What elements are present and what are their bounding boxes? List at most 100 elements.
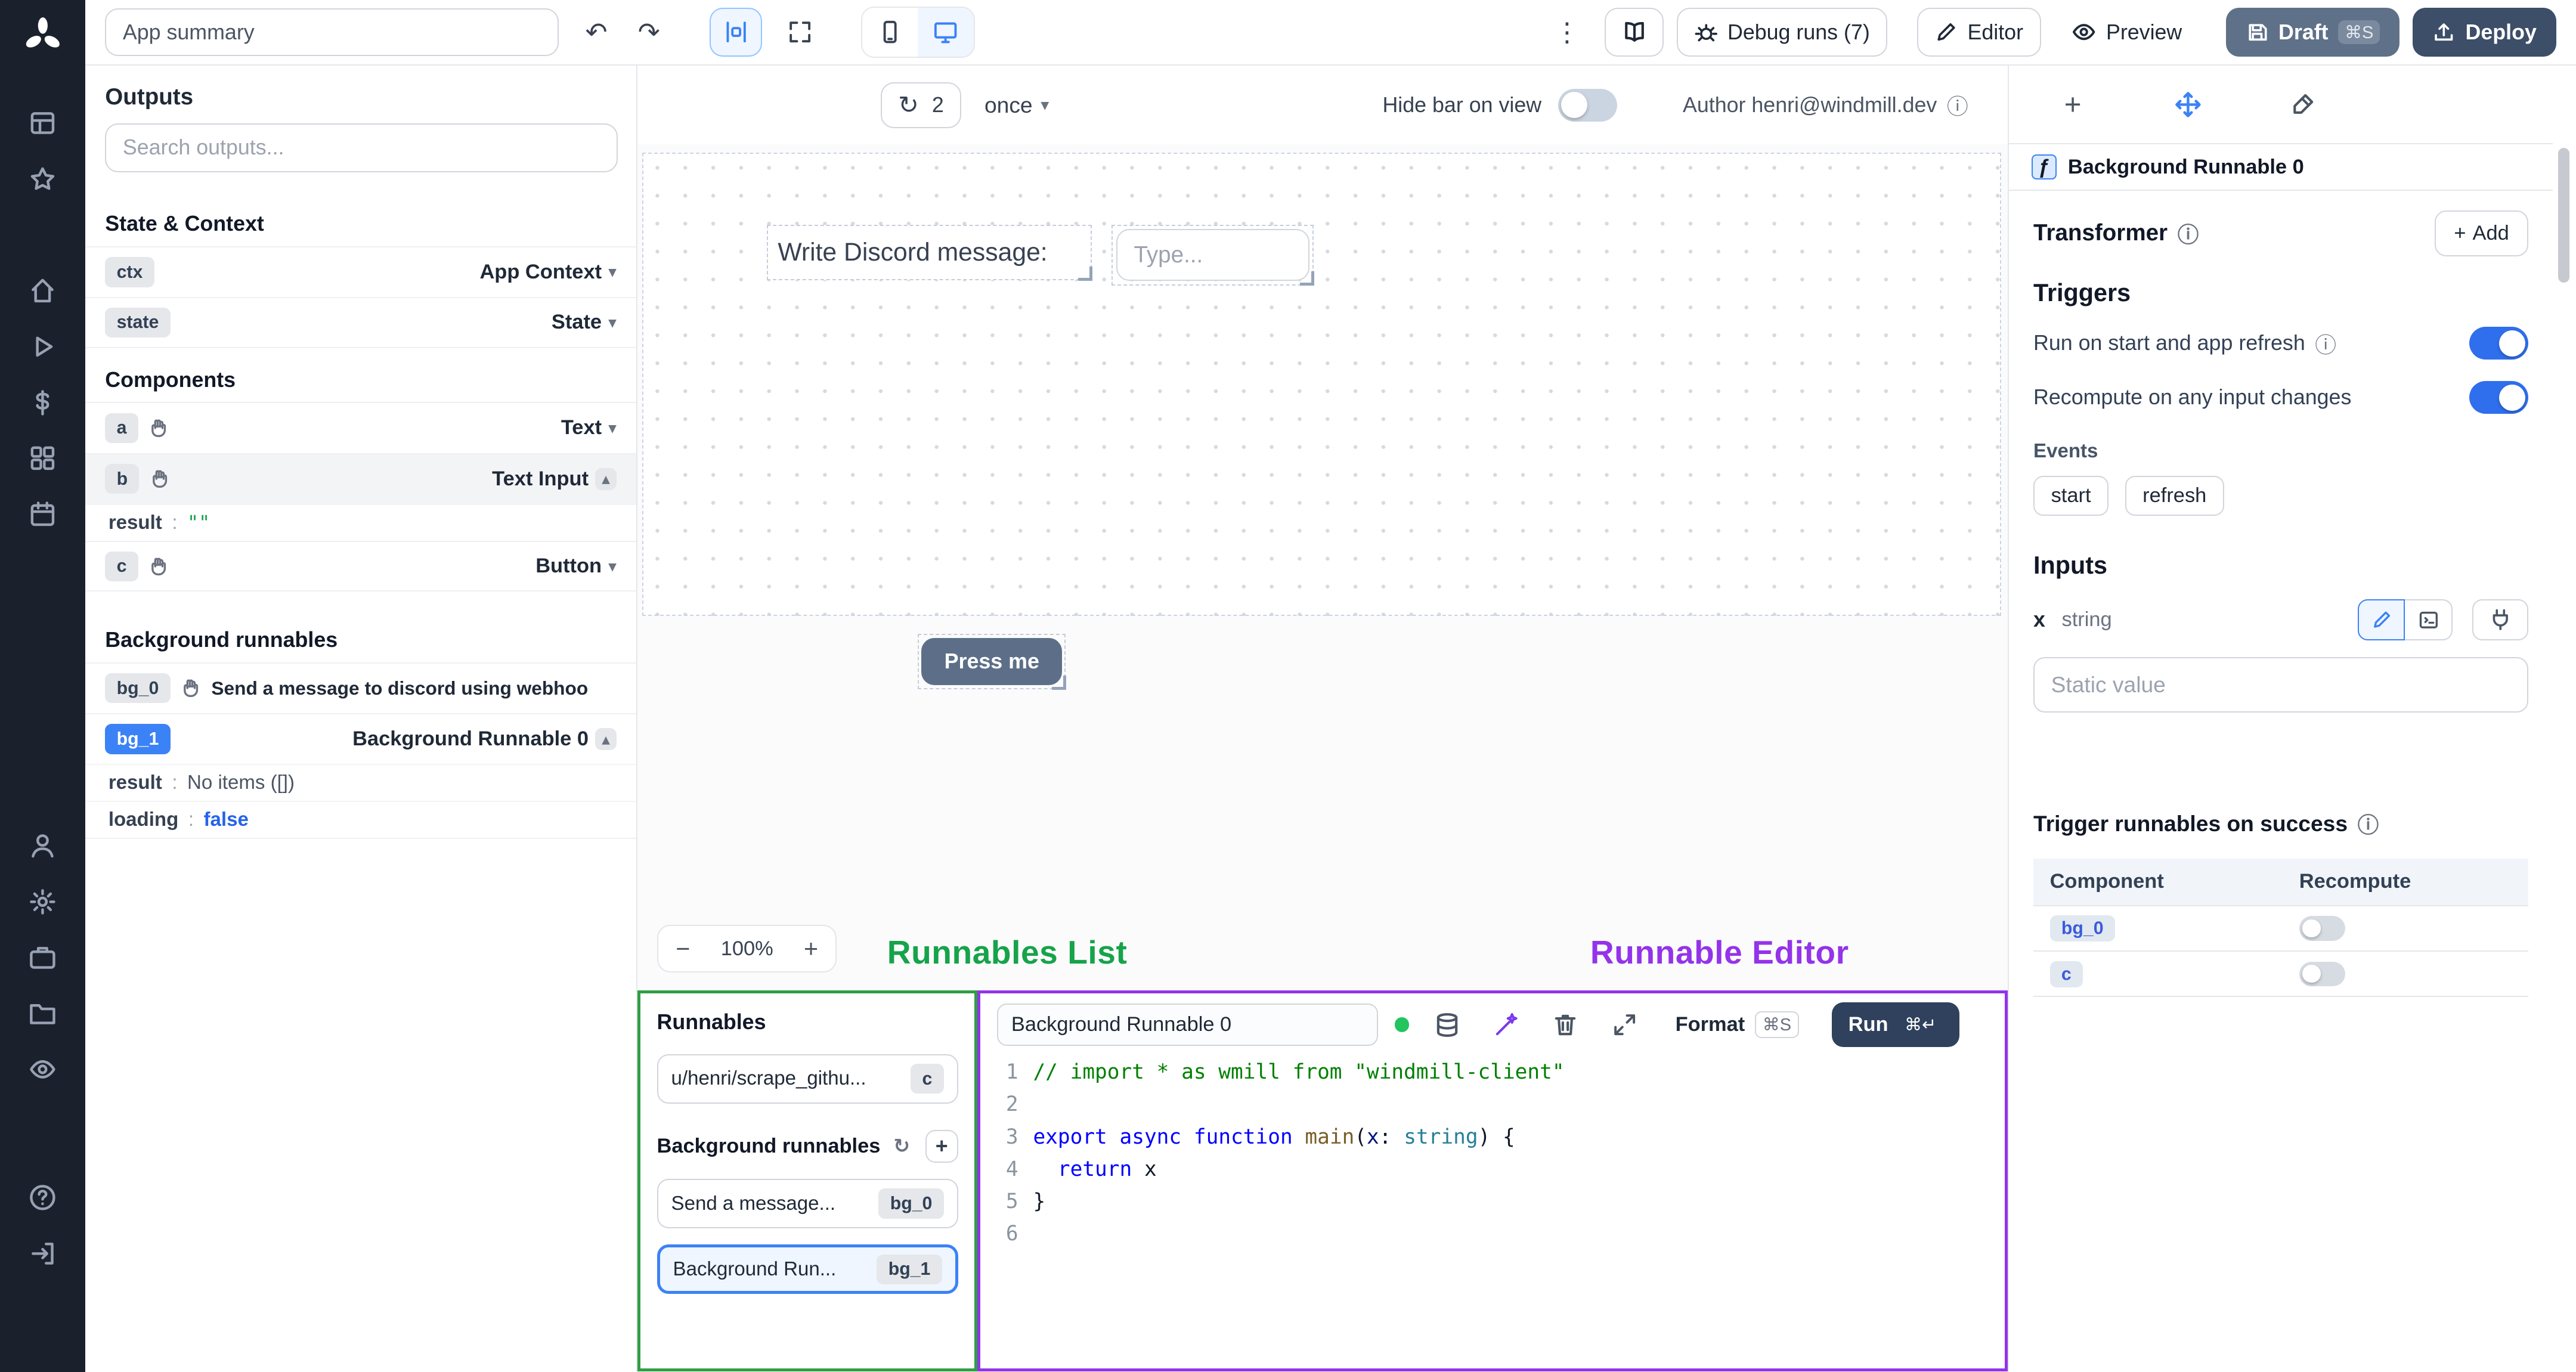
run-button[interactable]: Run ⌘↵: [1832, 1002, 1959, 1047]
runnable-script-label: u/henri/scrape_githu...: [671, 1067, 866, 1090]
collapse-sidebar-icon[interactable]: [13, 1225, 72, 1281]
inspector-header: ƒ Background Runnable 0: [2008, 144, 2553, 191]
info-icon[interactable]: ⓘ: [2358, 808, 2379, 839]
delete-trash-icon[interactable]: [1544, 1004, 1587, 1046]
row-bg0-badge[interactable]: bg_0: [2049, 915, 2115, 942]
add-transformer-button[interactable]: + Add: [2435, 210, 2529, 256]
info-icon[interactable]: ⓘ: [2178, 218, 2199, 249]
audit-eye-icon[interactable]: [13, 1042, 72, 1098]
runnable-item-bg0[interactable]: Send a message... bg_0: [657, 1179, 958, 1228]
run-on-start-toggle[interactable]: [2469, 327, 2529, 360]
settings-gear-icon[interactable]: [13, 874, 72, 930]
result-value: "": [187, 512, 210, 534]
output-row-bg1[interactable]: bg_1 Background Runnable 0 ▴: [85, 713, 636, 764]
tab-insert-plus-icon[interactable]: +: [2051, 83, 2094, 126]
chevron-up-icon[interactable]: ▴: [595, 727, 617, 751]
expr-code-icon[interactable]: [2405, 599, 2453, 641]
info-icon[interactable]: ⓘ: [1947, 89, 1968, 120]
tab-settings-move-icon[interactable]: [2166, 83, 2209, 126]
recompute-toggle[interactable]: [2469, 381, 2529, 414]
static-value-input[interactable]: [2033, 656, 2529, 713]
hide-bar-toggle[interactable]: [1558, 88, 1617, 122]
zoom-out-button[interactable]: −: [658, 926, 708, 971]
windmill-logo-icon[interactable]: [20, 13, 66, 59]
event-chip-refresh[interactable]: refresh: [2125, 476, 2224, 516]
apps-table-icon[interactable]: [13, 95, 72, 151]
cache-database-icon[interactable]: [1426, 1004, 1469, 1046]
vertical-scrollbar[interactable]: [2553, 66, 2576, 1372]
press-me-button[interactable]: Press me: [921, 637, 1063, 686]
code-editor[interactable]: 123456 // import * as wmill from "windmi…: [980, 1056, 2004, 1368]
schedules-calendar-icon[interactable]: [13, 486, 72, 542]
discord-message-input[interactable]: [1116, 229, 1309, 281]
fullscreen-icon[interactable]: [775, 8, 825, 57]
drag-hand-icon[interactable]: [148, 556, 169, 577]
output-row-ctx[interactable]: ctx App Context ▾: [85, 246, 636, 297]
output-row-a[interactable]: a Text ▾: [85, 402, 636, 453]
bug-icon: [1695, 24, 1717, 42]
home-icon[interactable]: [13, 263, 72, 319]
bg-runnables-label: Background runnables: [657, 1134, 881, 1157]
undo-button[interactable]: ↶: [572, 8, 621, 57]
editor-tab-button[interactable]: Editor: [1916, 7, 2041, 57]
output-row-b[interactable]: b Text Input ▴: [85, 453, 636, 504]
resources-grid-icon[interactable]: [13, 431, 72, 487]
runnable-item-script[interactable]: u/henri/scrape_githu... c: [657, 1054, 958, 1104]
search-outputs-input[interactable]: [105, 123, 618, 173]
desktop-view-icon[interactable]: [918, 7, 974, 57]
info-icon[interactable]: ⓘ: [2315, 328, 2336, 359]
scrollbar-thumb[interactable]: [2558, 147, 2569, 283]
debug-runs-button[interactable]: Debug runs (7): [1677, 7, 1888, 57]
output-row-c[interactable]: c Button ▾: [85, 541, 636, 592]
runs-play-icon[interactable]: [13, 318, 72, 374]
help-icon[interactable]: [13, 1170, 72, 1226]
app-summary-input[interactable]: [105, 8, 559, 57]
workers-briefcase-icon[interactable]: [13, 930, 72, 986]
refresh-app-button[interactable]: ↻ 2: [880, 82, 962, 128]
text-component[interactable]: Write Discord message:: [766, 224, 1093, 281]
preview-tab-button[interactable]: Preview: [2054, 7, 2200, 57]
draft-label: Draft: [2278, 20, 2329, 44]
code-lines[interactable]: // import * as wmill from "windmill-clie…: [1033, 1056, 2004, 1368]
favorites-star-icon[interactable]: [13, 151, 72, 207]
chevron-up-icon[interactable]: ▴: [595, 467, 617, 491]
c-type-label: Button: [535, 555, 602, 578]
button-component[interactable]: Press me: [918, 633, 1067, 690]
eye-icon: [2073, 24, 2095, 41]
app-grid[interactable]: Write Discord message: Press me: [642, 153, 2001, 690]
app-sidebar: [0, 0, 86, 1372]
refresh-interval-select[interactable]: once ▾: [984, 92, 1049, 118]
format-button[interactable]: Format ⌘S: [1676, 1011, 1799, 1038]
redo-button[interactable]: ↷: [624, 8, 674, 57]
refresh-icon[interactable]: ↻: [893, 1134, 910, 1158]
add-runnable-button[interactable]: +: [925, 1129, 958, 1163]
deploy-button[interactable]: Deploy: [2413, 7, 2556, 57]
connect-plug-icon[interactable]: [2472, 599, 2529, 641]
static-edit-pencil-icon[interactable]: [2357, 599, 2405, 641]
zoom-in-button[interactable]: +: [787, 926, 836, 971]
draft-button[interactable]: Draft ⌘S: [2225, 7, 2400, 57]
docs-book-button[interactable]: [1605, 7, 1664, 57]
variables-dollar-icon[interactable]: [13, 374, 72, 431]
tab-styling-brush-icon[interactable]: [2281, 83, 2324, 126]
user-icon[interactable]: [13, 818, 72, 874]
mobile-view-icon[interactable]: [862, 8, 918, 57]
ai-wand-icon[interactable]: [1485, 1004, 1528, 1046]
runnable-item-bg1[interactable]: Background Run... bg_1: [657, 1244, 958, 1294]
expand-editor-icon[interactable]: [1603, 1004, 1646, 1046]
drag-hand-icon[interactable]: [149, 468, 171, 490]
event-chip-start[interactable]: start: [2033, 476, 2109, 516]
drag-hand-icon[interactable]: [148, 417, 169, 439]
folders-icon[interactable]: [13, 986, 72, 1042]
runnable-name-input[interactable]: [996, 1003, 1378, 1046]
row-c-badge[interactable]: c: [2049, 961, 2083, 987]
recompute-bg0-toggle[interactable]: [2299, 916, 2345, 941]
alignment-button[interactable]: [710, 7, 763, 57]
output-row-state[interactable]: state State ▾: [85, 297, 636, 348]
drag-hand-icon[interactable]: [180, 677, 202, 699]
recompute-c-toggle[interactable]: [2299, 961, 2345, 986]
textinput-component[interactable]: [1111, 224, 1315, 286]
output-row-bg0[interactable]: bg_0 Send a message to discord using web…: [85, 662, 636, 713]
runnable-editor-annotation: Runnable Editor: [1590, 933, 1849, 971]
more-menu-button[interactable]: ⋮: [1542, 8, 1592, 57]
